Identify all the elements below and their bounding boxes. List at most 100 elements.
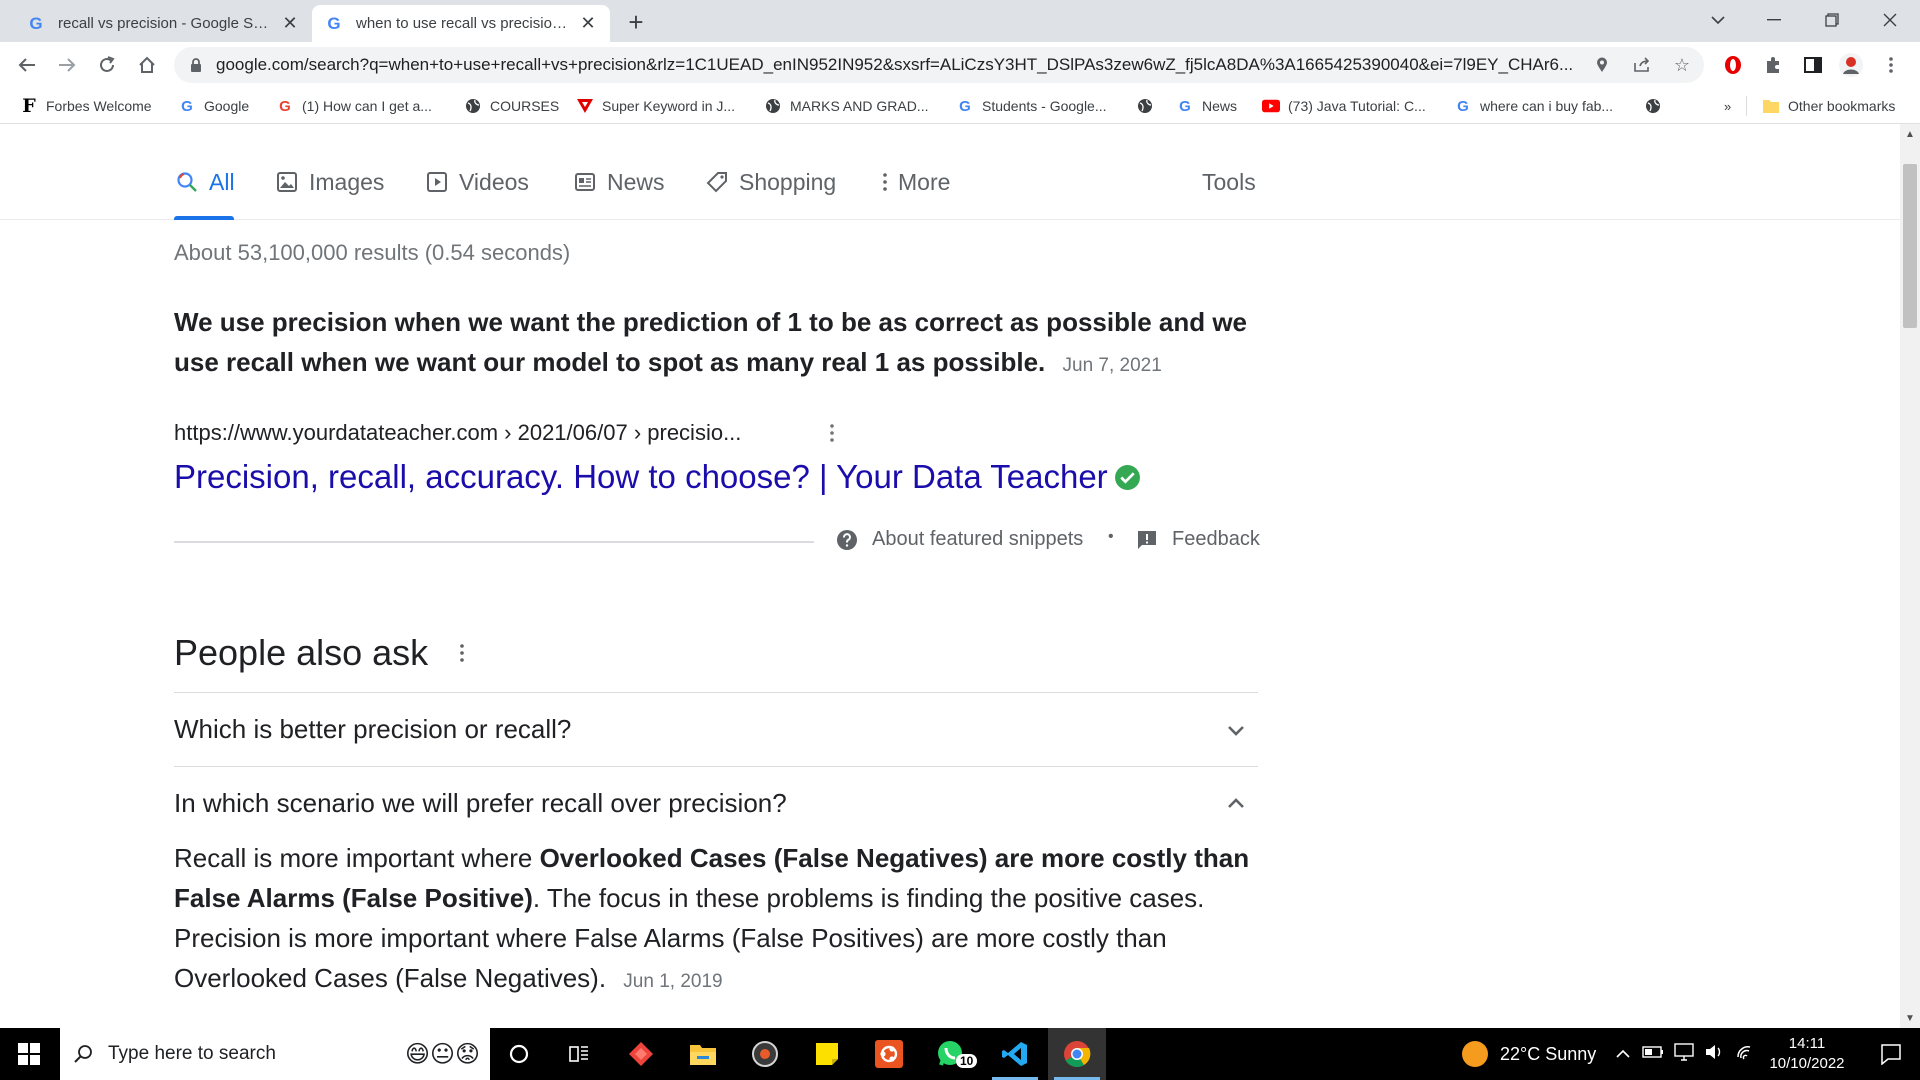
feedback-link[interactable]: Feedback <box>1136 528 1260 551</box>
opera-extension-icon[interactable] <box>1716 48 1750 82</box>
chevron-up-icon[interactable] <box>1224 792 1248 816</box>
back-arrow-icon[interactable] <box>10 48 44 82</box>
lock-icon[interactable] <box>188 57 204 73</box>
windows-start-icon[interactable] <box>0 1028 58 1080</box>
triangle-icon <box>576 97 594 115</box>
tab-recall-vs-precision[interactable]: G recall vs precision - Google Search ✕ <box>14 5 312 42</box>
battery-icon[interactable] <box>1642 1045 1664 1063</box>
chrome-menu-icon[interactable] <box>1874 48 1908 82</box>
other-bookmarks-folder[interactable]: Other bookmarks <box>1762 94 1895 118</box>
tab-search-chevron-icon[interactable] <box>1696 0 1740 40</box>
bookmark-where-can-i-buy[interactable]: G where can i buy fab... <box>1454 94 1613 118</box>
taskbar-clock[interactable]: 14:11 10/10/2022 <box>1762 1034 1852 1074</box>
media-player-icon[interactable] <box>736 1028 794 1080</box>
verified-check-icon <box>1114 464 1140 490</box>
sticky-notes-icon[interactable] <box>798 1028 856 1080</box>
bookmark-courses[interactable]: COURSES <box>464 94 559 118</box>
newspaper-icon <box>572 169 598 195</box>
paa-question-text: Which is better precision or recall? <box>174 714 572 744</box>
about-featured-snippets-link[interactable]: About featured snippets <box>836 528 1083 551</box>
side-panel-icon[interactable] <box>1796 48 1830 82</box>
tab-videos[interactable]: Videos <box>424 164 529 200</box>
file-explorer-icon[interactable] <box>674 1028 732 1080</box>
wifi-icon[interactable] <box>1736 1044 1756 1065</box>
tools-button[interactable]: Tools <box>1202 164 1256 200</box>
close-window-icon[interactable] <box>1868 0 1912 40</box>
snippet-date: Jun 7, 2021 <box>1062 355 1162 376</box>
about-snippets-label: About featured snippets <box>872 528 1084 550</box>
page-scrollbar[interactable]: ▲ ▼ <box>1900 124 1920 1028</box>
paa-question-expanded[interactable]: In which scenario we will prefer recall … <box>174 766 1258 840</box>
paa-answer: Recall is more important where Overlooke… <box>174 838 1264 1002</box>
clock-date: 10/10/2022 <box>1769 1055 1845 1072</box>
close-tab-icon[interactable]: ✕ <box>578 13 598 34</box>
separator-dot: • <box>1108 528 1114 545</box>
bookmark-news[interactable]: G News <box>1176 94 1237 118</box>
taskbar-search-box[interactable]: Type here to search 😄😐😟 <box>60 1028 490 1080</box>
result-menu-icon[interactable] <box>822 420 842 446</box>
extensions-puzzle-icon[interactable] <box>1756 48 1790 82</box>
vscode-icon[interactable] <box>986 1028 1044 1080</box>
google-icon: G <box>1457 97 1469 115</box>
globe-icon <box>1644 97 1662 115</box>
browser-toolbar: google.com/search?q=when+to+use+recall+v… <box>0 42 1920 88</box>
share-icon[interactable] <box>1630 53 1654 77</box>
search-icon <box>174 169 200 195</box>
notification-center-icon[interactable] <box>1862 1028 1920 1080</box>
task-view-icon[interactable] <box>550 1028 608 1080</box>
paa-answer-date: Jun 1, 2019 <box>623 971 723 992</box>
anydesk-app-icon[interactable] <box>612 1028 670 1080</box>
close-tab-icon[interactable]: ✕ <box>280 13 300 34</box>
bookmarks-overflow-button[interactable]: » <box>1724 94 1731 118</box>
tab-more[interactable]: More <box>878 164 950 200</box>
tab-all[interactable]: All <box>174 164 235 200</box>
paa-question[interactable]: Which is better precision or recall? <box>174 692 1258 766</box>
reload-icon[interactable] <box>90 48 124 82</box>
tab-images[interactable]: Images <box>274 164 384 200</box>
snippet-title-text: Precision, recall, accuracy. How to choo… <box>174 458 1108 495</box>
ubuntu-app-icon[interactable] <box>860 1028 918 1080</box>
tab-label: Tools <box>1202 168 1256 195</box>
chevron-down-icon[interactable] <box>1224 718 1248 742</box>
bookmark-google[interactable]: G Google <box>178 94 249 118</box>
bookmark-super-keyword[interactable]: Super Keyword in J... <box>576 94 735 118</box>
star-bookmark-icon[interactable]: ☆ <box>1670 53 1694 77</box>
weather-widget[interactable]: 22°C Sunny <box>1462 1028 1596 1080</box>
whatsapp-icon[interactable]: 10 <box>922 1028 980 1080</box>
scroll-up-arrow-icon[interactable]: ▲ <box>1900 124 1920 144</box>
cortana-icon[interactable] <box>490 1028 548 1080</box>
forward-arrow-icon[interactable] <box>50 48 84 82</box>
location-pin-icon[interactable] <box>1590 53 1614 77</box>
tab-news[interactable]: News <box>572 164 665 200</box>
globe-icon <box>1136 97 1154 115</box>
tag-icon <box>704 169 730 195</box>
paa-menu-icon[interactable] <box>452 638 472 668</box>
restore-icon[interactable] <box>1810 0 1854 40</box>
taskbar-search-placeholder: Type here to search <box>108 1043 276 1064</box>
volume-icon[interactable] <box>1704 1043 1724 1066</box>
address-bar[interactable]: google.com/search?q=when+to+use+recall+v… <box>174 47 1704 83</box>
bookmark-marks-and-grad[interactable]: MARKS AND GRAD... <box>764 94 928 118</box>
minimize-icon[interactable] <box>1752 0 1796 40</box>
bookmark-how-can-i-get[interactable]: G (1) How can I get a... <box>276 94 432 118</box>
bookmark-forbes[interactable]: F Forbes Welcome <box>20 94 151 118</box>
bookmark-globe[interactable] <box>1136 94 1162 118</box>
bookmark-java-tutorial[interactable]: (73) Java Tutorial: C... <box>1262 94 1426 118</box>
new-tab-button[interactable]: + <box>622 7 650 37</box>
scroll-down-arrow-icon[interactable]: ▼ <box>1900 1008 1920 1028</box>
bookmark-students-google[interactable]: G Students - Google... <box>956 94 1106 118</box>
tab-shopping[interactable]: Shopping <box>704 164 836 200</box>
chevron-up-icon[interactable] <box>1616 1045 1630 1063</box>
help-icon <box>837 529 857 550</box>
snippet-title-link[interactable]: Precision, recall, accuracy. How to choo… <box>174 458 1141 496</box>
display-icon[interactable] <box>1674 1042 1694 1066</box>
chrome-taskbar-icon[interactable] <box>1048 1028 1106 1080</box>
home-icon[interactable] <box>130 48 164 82</box>
snippet-source-url[interactable]: https://www.yourdatateacher.com › 2021/0… <box>174 420 741 446</box>
profile-avatar[interactable] <box>1834 48 1868 82</box>
bookmark-globe-2[interactable] <box>1644 94 1670 118</box>
tab-when-to-use-recall[interactable]: G when to use recall vs precision - Goog… <box>312 5 610 42</box>
scroll-thumb[interactable] <box>1903 164 1917 328</box>
google-favicon-icon: G <box>327 13 341 33</box>
globe-icon <box>464 97 482 115</box>
